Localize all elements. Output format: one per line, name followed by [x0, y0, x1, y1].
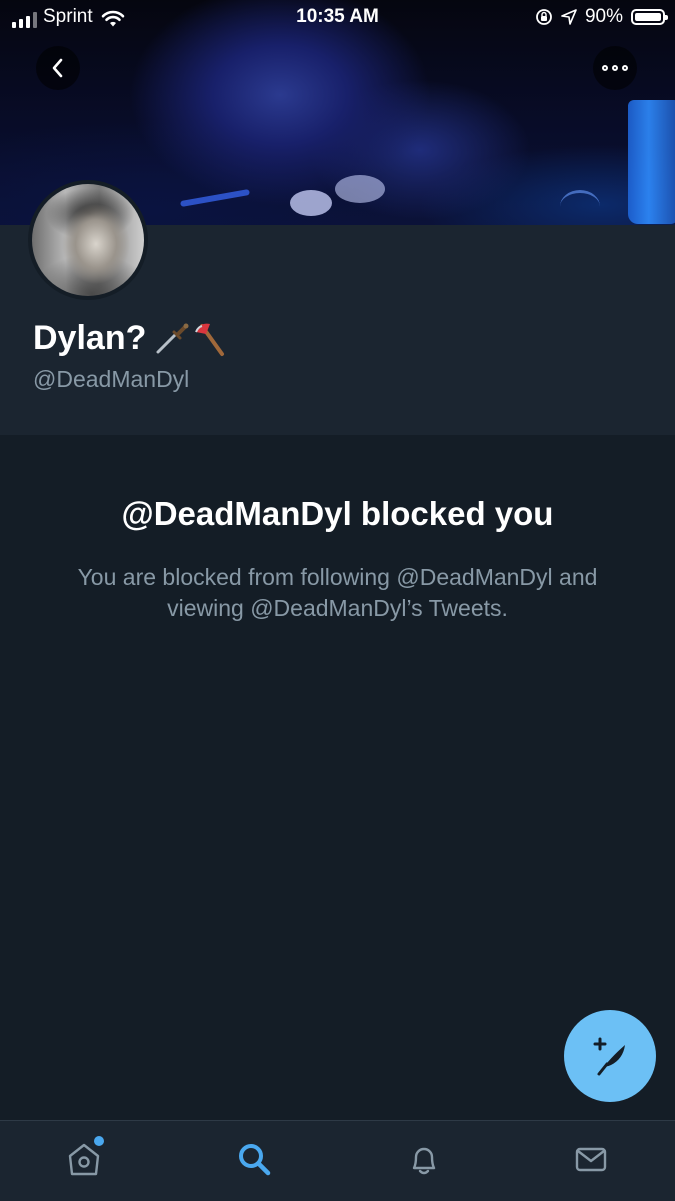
status-bar: Sprint 10:35 AM 90% — [0, 0, 675, 36]
mail-icon — [572, 1140, 610, 1178]
bell-icon — [405, 1140, 443, 1178]
display-name: Dylan? — [33, 318, 147, 357]
search-icon — [235, 1140, 273, 1178]
tab-home[interactable] — [64, 1136, 104, 1179]
compose-tweet-icon — [587, 1033, 633, 1079]
banner-cup — [628, 100, 675, 224]
bottom-tab-bar — [0, 1120, 675, 1201]
dagger-axe-emoji-icon — [152, 318, 232, 358]
blocked-title: @DeadManDyl blocked you — [121, 495, 554, 532]
more-options-button[interactable] — [593, 46, 637, 90]
tab-messages[interactable] — [571, 1139, 611, 1179]
banner-cat-paw — [290, 190, 332, 216]
back-button[interactable] — [36, 46, 80, 90]
battery-icon — [631, 9, 668, 25]
profile-name: Dylan? — [33, 318, 232, 358]
banner-cat-paw — [335, 175, 385, 203]
home-badge-dot — [94, 1136, 104, 1146]
avatar — [32, 184, 144, 296]
tab-notifications[interactable] — [404, 1139, 444, 1179]
tab-search[interactable] — [234, 1139, 274, 1179]
location-arrow-icon — [561, 9, 577, 25]
banner-mouse-glow — [560, 190, 600, 223]
avatar-frame[interactable] — [28, 180, 148, 300]
more-horizontal-icon — [602, 65, 628, 71]
chevron-left-icon — [48, 56, 68, 80]
battery-percentage: 90% — [584, 6, 623, 27]
compose-tweet-button[interactable] — [564, 1010, 656, 1102]
orientation-lock-icon — [535, 8, 553, 26]
blocked-description: You are blocked from following @DeadManD… — [77, 564, 598, 621]
banner-keyboard-glow — [180, 188, 250, 208]
profile-handle: @DeadManDyl — [33, 366, 190, 392]
status-bar-right: 90% — [535, 6, 668, 28]
